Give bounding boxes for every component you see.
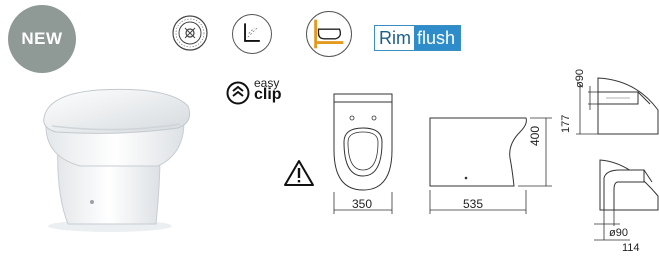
outlet-diameter-bottom-label: ø90 bbox=[609, 227, 628, 239]
toilet-product-image bbox=[28, 74, 198, 234]
easy-clip-logo: easy clip bbox=[226, 77, 286, 109]
width-dimension: 350 bbox=[352, 197, 373, 211]
height-dimension: 400 bbox=[528, 125, 542, 146]
wall-angle-icon bbox=[232, 14, 272, 54]
easy-clip-icon bbox=[226, 81, 250, 105]
new-badge-label: NEW bbox=[21, 29, 63, 48]
outlet-offset-label: 114 bbox=[622, 242, 640, 254]
depth-dimension: 535 bbox=[463, 197, 484, 211]
side-view-drawing bbox=[426, 108, 556, 220]
rimflush-logo: Rim flush bbox=[374, 25, 462, 51]
warning-icon bbox=[283, 159, 315, 187]
certified-seal-icon bbox=[171, 14, 209, 52]
back-to-wall-toilet-icon bbox=[306, 11, 352, 57]
outlet-diameter-top-label: ø90 bbox=[574, 69, 586, 88]
easy-clip-line2: clip bbox=[254, 86, 282, 103]
rimflush-flush-text: flush bbox=[414, 26, 461, 50]
new-badge: NEW bbox=[8, 5, 76, 73]
outlet-height-label: 177 bbox=[560, 114, 572, 133]
rimflush-rim-text: Rim bbox=[375, 26, 414, 50]
